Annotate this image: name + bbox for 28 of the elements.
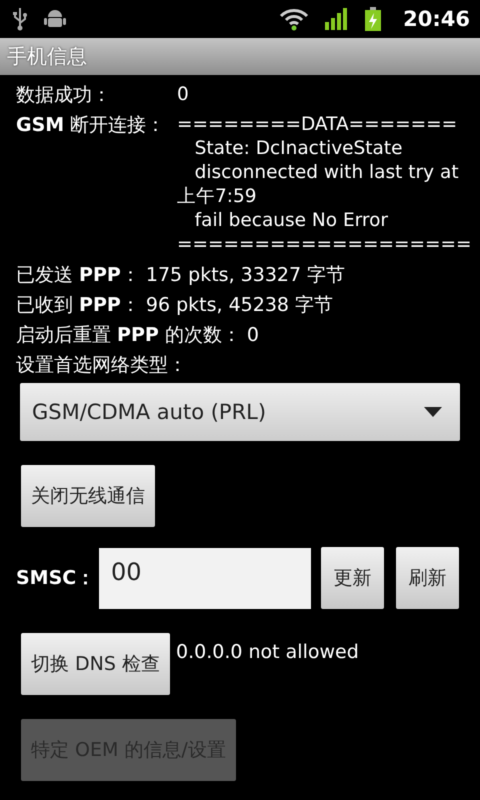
battery-charging-icon <box>365 7 382 31</box>
update-button[interactable]: 更新 <box>321 547 384 609</box>
info-text: 设置首选网络类型： <box>16 353 188 377</box>
radio-toggle-button[interactable]: 关闭无线通信 <box>21 465 155 527</box>
network-type-dropdown[interactable]: GSM/CDMA auto (PRL) <box>20 383 460 441</box>
info-text: 启动后重置 PPP 的次数： 0 <box>16 323 260 347</box>
smsc-label: SMSC： <box>16 566 89 591</box>
field-value: 上午7:59 <box>177 185 258 209</box>
field-label: 数据成功： <box>16 83 112 107</box>
refresh-button[interactable]: 刷新 <box>396 547 459 609</box>
wifi-icon <box>279 7 310 31</box>
field-value: fail because No Error <box>194 209 390 233</box>
clock: 20:46 <box>403 7 470 31</box>
field-label: GSM 断开连接： <box>16 113 166 138</box>
field-value: 0 <box>177 83 189 107</box>
info-text: 已收到 PPP： 96 pkts, 45238 字节 <box>16 293 334 317</box>
window-title: 手机信息 <box>7 43 87 70</box>
dns-status: 0.0.0.0 not allowed <box>176 641 359 663</box>
field-value: =================== <box>177 233 472 257</box>
field-value: State: DcInactiveState <box>194 137 404 161</box>
smsc-field[interactable]: 00 <box>99 548 311 608</box>
signal-icon <box>325 8 350 30</box>
field-value: ========DATA======= <box>177 113 458 137</box>
usb-icon <box>12 7 28 31</box>
info-text: 已发送 PPP： 175 pkts, 33327 字节 <box>16 263 346 287</box>
dropdown-arrow-icon <box>424 407 442 417</box>
dns-check-button[interactable]: 切换 DNS 检查 <box>21 633 170 695</box>
field-value: disconnected with last try at <box>194 161 460 185</box>
